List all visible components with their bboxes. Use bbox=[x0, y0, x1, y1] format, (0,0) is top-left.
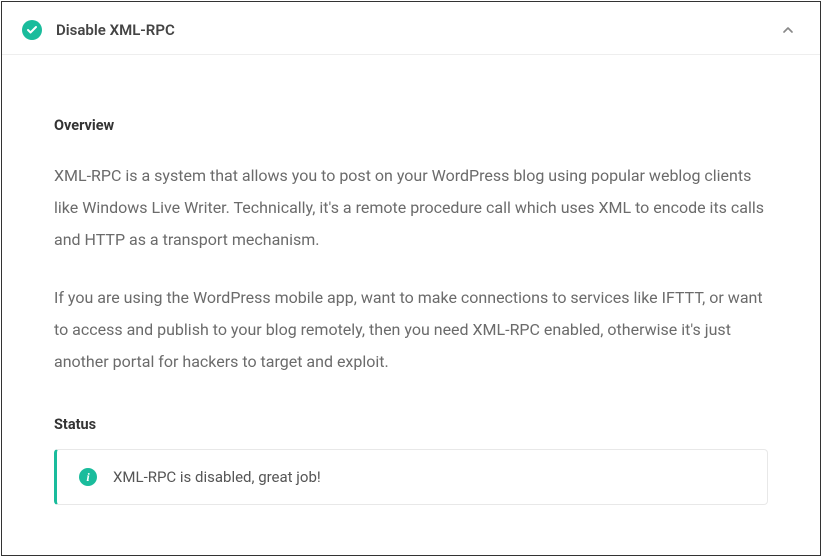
chevron-up-icon bbox=[780, 22, 796, 38]
content-inner: Overview XML-RPC is a system that allows… bbox=[40, 89, 782, 505]
check-circle-icon bbox=[22, 20, 42, 40]
overview-heading: Overview bbox=[54, 117, 768, 134]
status-notice: i XML-RPC is disabled, great job! bbox=[54, 449, 768, 505]
accordion-body: Overview XML-RPC is a system that allows… bbox=[2, 54, 820, 505]
overview-paragraph-2: If you are using the WordPress mobile ap… bbox=[54, 282, 768, 378]
accordion-header[interactable]: Disable XML-RPC bbox=[2, 2, 820, 54]
panel-title: Disable XML-RPC bbox=[56, 21, 780, 39]
settings-panel: Disable XML-RPC Overview XML-RPC is a sy… bbox=[1, 1, 821, 556]
status-heading: Status bbox=[54, 416, 768, 433]
info-icon: i bbox=[79, 468, 97, 486]
overview-paragraph-1: XML-RPC is a system that allows you to p… bbox=[54, 160, 768, 256]
status-message: XML-RPC is disabled, great job! bbox=[113, 468, 321, 486]
